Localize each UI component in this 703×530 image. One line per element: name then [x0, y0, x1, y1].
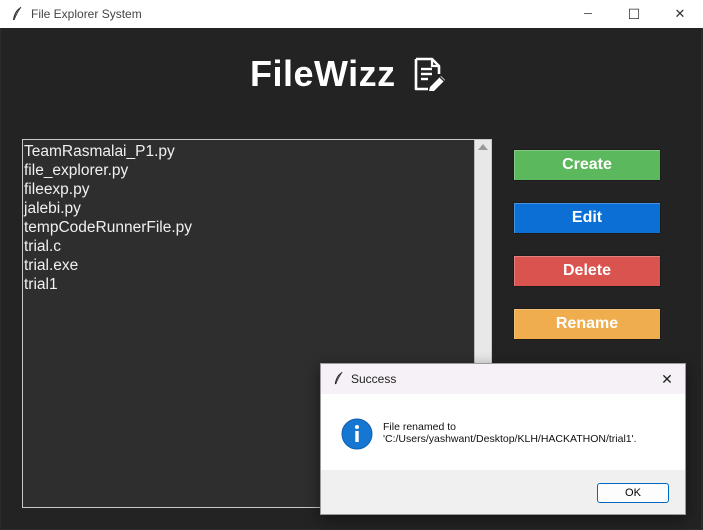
scroll-up-arrow-icon[interactable] — [478, 144, 488, 150]
delete-button[interactable]: Delete — [513, 255, 661, 287]
file-list-item[interactable]: jalebi.py — [23, 199, 475, 218]
window-title: File Explorer System — [31, 7, 142, 21]
create-button[interactable]: Create — [513, 149, 661, 181]
app-header: FileWizz — [250, 52, 446, 96]
success-dialog: Success ✕ File renamed to 'C:/Users/yash… — [320, 363, 686, 515]
edit-document-icon — [414, 57, 445, 91]
window-titlebar: File Explorer System ─ ☐ ✕ — [0, 0, 703, 28]
file-list-item[interactable]: trial1 — [23, 275, 475, 294]
edit-button[interactable]: Edit — [513, 202, 661, 234]
ok-button-label: OK — [625, 487, 641, 499]
close-window-button[interactable]: ✕ — [657, 0, 703, 28]
dialog-message-line2: 'C:/Users/yashwant/Desktop/KLH/HACKATHON… — [383, 433, 637, 445]
file-list: TeamRasmalai_P1.py file_explorer.py file… — [23, 142, 475, 294]
file-list-item[interactable]: trial.exe — [23, 256, 475, 275]
file-list-item[interactable]: fileexp.py — [23, 180, 475, 199]
maximize-button[interactable]: ☐ — [611, 0, 657, 28]
close-icon: ✕ — [674, 6, 686, 21]
minimize-icon: ─ — [584, 8, 592, 20]
dialog-message: File renamed to 'C:/Users/yashwant/Deskt… — [383, 421, 637, 445]
file-list-item[interactable]: TeamRasmalai_P1.py — [23, 142, 475, 161]
feather-icon — [334, 371, 343, 385]
minimize-button[interactable]: ─ — [565, 0, 611, 28]
dialog-close-button[interactable]: ✕ — [655, 368, 679, 390]
feather-icon — [13, 6, 22, 21]
dialog-footer: OK — [321, 470, 685, 514]
edit-button-label: Edit — [571, 209, 603, 226]
rename-button[interactable]: Rename — [513, 308, 661, 340]
ok-button[interactable]: OK — [597, 483, 669, 503]
file-list-item[interactable]: trial.c — [23, 237, 475, 256]
dialog-titlebar: Success ✕ — [321, 364, 685, 394]
rename-button-label: Rename — [555, 315, 619, 332]
file-list-item[interactable]: file_explorer.py — [23, 161, 475, 180]
close-icon: ✕ — [661, 370, 673, 387]
delete-button-label: Delete — [562, 262, 612, 279]
maximize-icon: ☐ — [627, 5, 641, 22]
create-button-label: Create — [562, 156, 612, 173]
dialog-title: Success — [351, 372, 397, 386]
dialog-message-line1: File renamed to — [383, 421, 456, 433]
info-icon — [341, 418, 373, 450]
file-list-item[interactable]: tempCodeRunnerFile.py — [23, 218, 475, 237]
dialog-body: File renamed to 'C:/Users/yashwant/Deskt… — [321, 394, 685, 470]
app-title: FileWizz — [250, 53, 396, 94]
